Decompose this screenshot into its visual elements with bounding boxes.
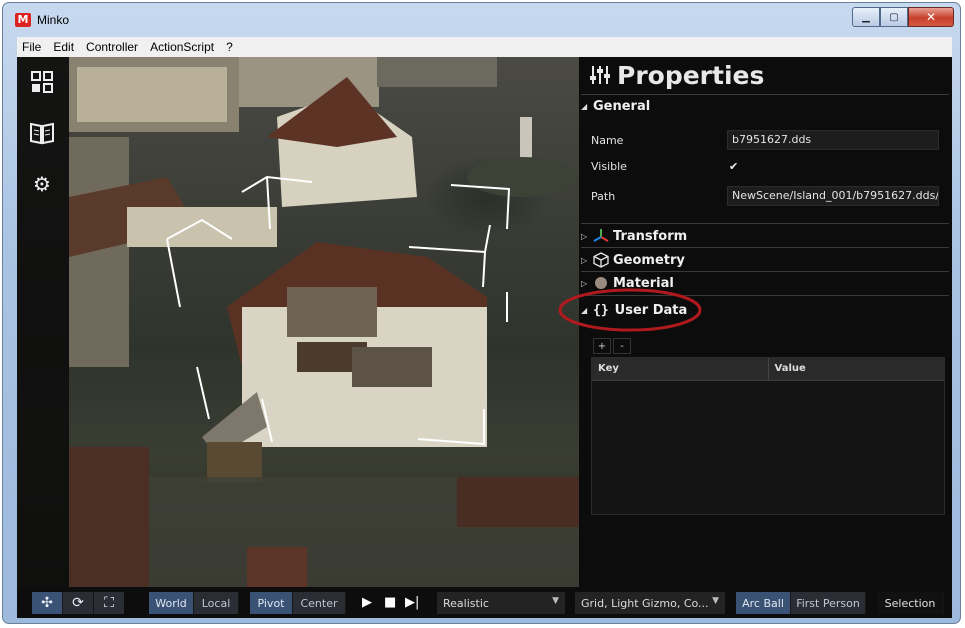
column-key[interactable]: Key (592, 358, 769, 380)
divider (581, 94, 949, 95)
expanded-arrow-icon: ◢ (581, 101, 588, 111)
add-row-button[interactable]: + (593, 338, 611, 354)
stop-button[interactable]: ■ (384, 595, 396, 610)
column-value[interactable]: Value (769, 358, 945, 380)
properties-title: Properties (617, 60, 765, 90)
menu-help[interactable]: ? (221, 40, 238, 54)
3d-viewport[interactable]: ⚙ (17, 57, 579, 587)
scene-render (69, 57, 579, 587)
path-label: Path (591, 190, 616, 203)
library-book-icon[interactable] (29, 120, 55, 146)
cube-icon (593, 252, 609, 268)
window-title: Minko (37, 13, 70, 27)
divider (581, 271, 949, 272)
chevron-down-icon: ▼ (712, 596, 719, 606)
section-general[interactable]: ◢ General (581, 97, 949, 115)
properties-panel: Properties ◢ General Name b7951627.dds V… (558, 57, 952, 587)
helpers-dropdown[interactable]: Grid, Light Gizmo, Co... ▼ (575, 592, 725, 614)
axes-icon (593, 228, 609, 244)
maximize-button[interactable]: ▢ (880, 7, 908, 27)
remove-row-button[interactable]: - (613, 338, 631, 354)
editor-client: ⚙ Properties ◢ General Name b7951627.dds… (17, 57, 952, 618)
render-mode-dropdown[interactable]: Realistic ▼ (437, 592, 565, 614)
table-header: Key Value (592, 358, 944, 381)
app-logo-icon: M (15, 13, 31, 27)
sliders-icon (590, 66, 610, 84)
close-button[interactable]: ✕ (908, 7, 954, 27)
name-input[interactable]: b7951627.dds (727, 130, 939, 150)
rotate-tool-icon[interactable]: ⟳ (63, 592, 94, 614)
collapsed-arrow-icon: ▷ (581, 255, 588, 265)
world-button[interactable]: World (149, 592, 194, 614)
collapsed-arrow-icon: ▷ (581, 231, 588, 241)
bottom-toolbar: ✣ ⟳ ⛶ World Local Pivot Center ▶ ■ ▶| Re… (17, 587, 952, 618)
selection-button[interactable]: Selection (877, 592, 944, 614)
properties-header: Properties (589, 60, 764, 90)
user-data-table[interactable]: Key Value (591, 357, 945, 515)
first-person-button[interactable]: First Person (791, 592, 866, 614)
menu-actionscript[interactable]: ActionScript (145, 40, 219, 54)
divider (581, 223, 949, 224)
arcball-button[interactable]: Arc Ball (736, 592, 791, 614)
chevron-down-icon: ▼ (552, 596, 559, 606)
app-window: M Minko ▁ ▢ ✕ File Edit Controller Actio… (2, 2, 961, 624)
center-button[interactable]: Center (293, 592, 346, 614)
visible-label: Visible (591, 160, 627, 173)
name-label: Name (591, 134, 624, 147)
minimize-button[interactable]: ▁ (852, 7, 880, 27)
scene-graph-icon[interactable] (29, 69, 55, 95)
menu-controller[interactable]: Controller (81, 40, 143, 54)
local-button[interactable]: Local (194, 592, 239, 614)
menu-edit[interactable]: Edit (48, 40, 79, 54)
title-bar[interactable]: M Minko ▁ ▢ ✕ (3, 3, 960, 35)
section-transform-label: Transform (613, 228, 688, 244)
menu-bar: File Edit Controller ActionScript ? (17, 37, 952, 57)
pivot-toggle: Pivot Center (250, 592, 346, 614)
section-geometry-label: Geometry (613, 252, 685, 268)
space-toggle: World Local (149, 592, 239, 614)
step-button[interactable]: ▶| (405, 595, 419, 610)
play-button[interactable]: ▶ (362, 595, 372, 610)
visible-checkbox[interactable]: ✔ (729, 160, 738, 173)
left-toolstrip: ⚙ (17, 57, 69, 587)
move-tool-icon[interactable]: ✣ (32, 592, 63, 614)
highlight-circle (558, 288, 702, 332)
divider (581, 247, 949, 248)
camera-toggle: Arc Ball First Person (736, 592, 866, 614)
gear-icon[interactable]: ⚙ (29, 171, 55, 197)
section-geometry[interactable]: ▷ Geometry (581, 251, 949, 269)
helpers-value: Grid, Light Gizmo, Co... (581, 596, 709, 610)
path-input[interactable]: NewScene/Island_001/b7951627.dds/ (727, 186, 939, 206)
menu-file[interactable]: File (17, 40, 46, 54)
section-transform[interactable]: ▷ Transform (581, 227, 949, 245)
pivot-button[interactable]: Pivot (250, 592, 293, 614)
section-general-label: General (593, 98, 651, 114)
transform-tools: ✣ ⟳ ⛶ (32, 592, 124, 614)
scale-tool-icon[interactable]: ⛶ (94, 592, 124, 614)
render-mode-value: Realistic (443, 596, 489, 610)
